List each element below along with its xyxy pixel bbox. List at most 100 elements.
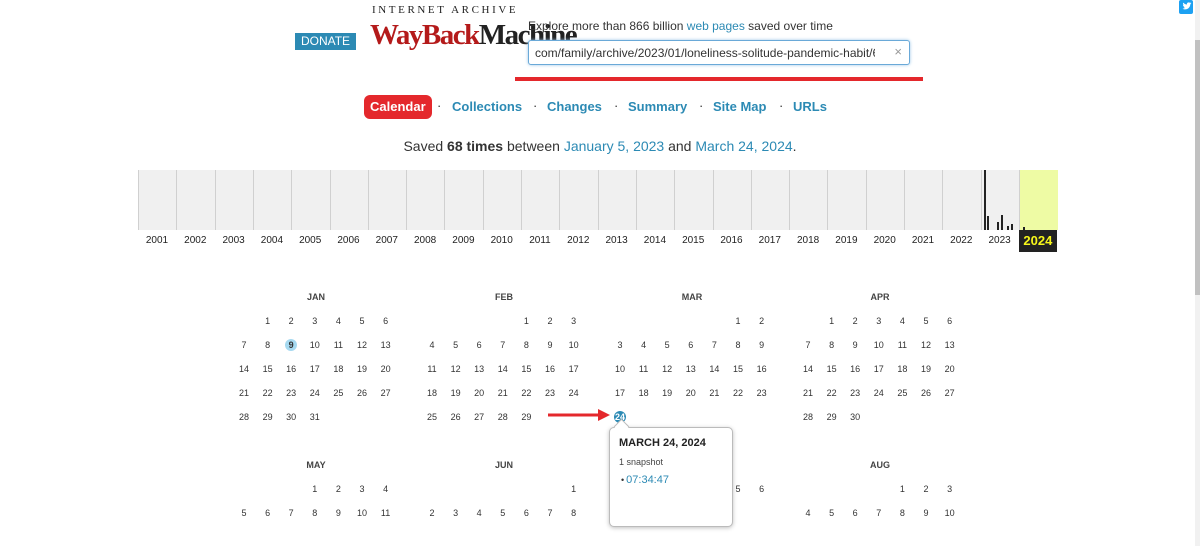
calendar-day: 8: [312, 508, 318, 518]
timeline-year-2018[interactable]: [789, 170, 828, 230]
year-label-2021[interactable]: 2021: [904, 235, 942, 246]
year-label-2006[interactable]: 2006: [330, 235, 368, 246]
web-pages-link[interactable]: web pages: [687, 19, 745, 33]
calendar-day: 16: [286, 364, 297, 374]
calendar-day: 13: [944, 340, 955, 350]
timeline-year-2021[interactable]: [904, 170, 943, 230]
year-label-2002[interactable]: 2002: [176, 235, 214, 246]
year-label-2020[interactable]: 2020: [866, 235, 904, 246]
year-label-2008[interactable]: 2008: [406, 235, 444, 246]
timeline-year-2004[interactable]: [252, 170, 292, 230]
year-label-2018[interactable]: 2018: [789, 235, 827, 246]
calendar-day: 8: [829, 340, 835, 350]
timeline-year-2003[interactable]: [214, 170, 254, 230]
calendar-day: 9: [547, 340, 553, 350]
timeline-year-2016[interactable]: [712, 170, 752, 230]
red-arrow-annotation: [548, 409, 610, 421]
scrollbar-thumb[interactable]: [1195, 40, 1200, 295]
last-capture-link[interactable]: March 24, 2024: [695, 138, 792, 154]
month-name: FEB: [495, 292, 513, 302]
calendar-day: 30: [850, 412, 861, 422]
year-label-2007[interactable]: 2007: [368, 235, 406, 246]
calendar-day: 21: [497, 388, 508, 398]
year-label-2022[interactable]: 2022: [942, 235, 980, 246]
timeline-year-2006[interactable]: [329, 170, 369, 230]
twitter-icon[interactable]: [1179, 0, 1193, 14]
calendar-day: 2: [288, 316, 294, 326]
calendar-day: 29: [521, 412, 532, 422]
calendar-day: 21: [709, 388, 720, 398]
year-label-2023[interactable]: 2023: [981, 235, 1019, 246]
year-label-2004[interactable]: 2004: [253, 235, 291, 246]
calendar-day: 2: [335, 484, 341, 494]
calendar-day: 15: [521, 364, 532, 374]
clear-icon[interactable]: ×: [894, 44, 902, 59]
year-label-2014[interactable]: 2014: [636, 235, 674, 246]
page-scrollbar[interactable]: [1195, 0, 1200, 546]
calendar-day: 26: [920, 388, 931, 398]
calendar-day: 7: [547, 508, 553, 518]
timeline-year-2024[interactable]: [1018, 170, 1059, 230]
timeline-year-2013[interactable]: [597, 170, 637, 230]
tab-summary[interactable]: Summary: [628, 95, 687, 119]
calendar-day: 29: [826, 412, 837, 422]
year-label-2003[interactable]: 2003: [215, 235, 253, 246]
tab-collections[interactable]: Collections: [452, 95, 522, 119]
calendar-day: 19: [662, 388, 673, 398]
year-label-2001[interactable]: 2001: [138, 235, 176, 246]
calendar-day: 28: [497, 412, 508, 422]
timeline-year-2022[interactable]: [942, 170, 981, 230]
timeline-year-2012[interactable]: [559, 170, 598, 230]
timeline-year-2002[interactable]: [176, 170, 215, 230]
calendar-day-snapshot[interactable]: 9: [279, 340, 303, 350]
nav-tabs: Calendar · Collections · Changes · Summa…: [0, 95, 1200, 121]
calendar-day: 10: [614, 364, 625, 374]
calendar-day: 23: [850, 388, 861, 398]
timeline-bars[interactable]: [138, 170, 1059, 230]
tab-urls[interactable]: URLs: [793, 95, 827, 119]
year-label-2013[interactable]: 2013: [598, 235, 636, 246]
timeline-year-2014[interactable]: [635, 170, 675, 230]
calendar-day: 15: [262, 364, 273, 374]
year-label-2015[interactable]: 2015: [674, 235, 712, 246]
calendar-day: 23: [756, 388, 767, 398]
snapshot-time-link[interactable]: • 07:34:47: [621, 474, 669, 486]
timeline-year-2009[interactable]: [444, 170, 483, 230]
wayback-logo[interactable]: INTERNET ARCHIVE WayBackMachine: [370, 4, 578, 56]
calendar-day: 3: [876, 316, 882, 326]
timeline-year-2010[interactable]: [482, 170, 522, 230]
calendar-day: 24: [873, 388, 884, 398]
tab-site-map[interactable]: Site Map: [713, 95, 766, 119]
timeline-year-2015[interactable]: [674, 170, 713, 230]
year-label-2009[interactable]: 2009: [444, 235, 482, 246]
year-label-2005[interactable]: 2005: [291, 235, 329, 246]
timeline-year-2008[interactable]: [406, 170, 445, 230]
year-label-2024[interactable]: 2024: [1018, 230, 1057, 252]
year-label-2010[interactable]: 2010: [483, 235, 521, 246]
timeline-year-2017[interactable]: [750, 170, 790, 230]
tab-changes[interactable]: Changes: [547, 95, 602, 119]
timeline-year-2005[interactable]: [291, 170, 330, 230]
url-search-box[interactable]: ×: [528, 40, 910, 65]
timeline-year-2001[interactable]: [138, 170, 177, 230]
donate-button[interactable]: DONATE: [295, 33, 356, 50]
calendar-day: 27: [474, 412, 485, 422]
timeline-year-2020[interactable]: [865, 170, 905, 230]
first-capture-link[interactable]: January 5, 2023: [564, 138, 664, 154]
tab-calendar[interactable]: Calendar: [364, 95, 432, 119]
timeline-year-2007[interactable]: [367, 170, 407, 230]
calendar-day: 25: [897, 388, 908, 398]
calendar-day: 12: [356, 340, 367, 350]
year-label-2019[interactable]: 2019: [827, 235, 865, 246]
year-label-2011[interactable]: 2011: [521, 235, 559, 246]
calendar-day: 16: [544, 364, 555, 374]
calendar-day: 20: [380, 364, 391, 374]
year-label-2017[interactable]: 2017: [751, 235, 789, 246]
year-timeline[interactable]: 2001 2002 2003 2004 2005 2006 2007 2008 2009 2010…: [138, 170, 1059, 252]
year-label-2012[interactable]: 2012: [559, 235, 597, 246]
year-label-2016[interactable]: 2016: [713, 235, 751, 246]
calendar-day: 1: [829, 316, 835, 326]
timeline-year-2019[interactable]: [827, 170, 866, 230]
url-input[interactable]: [535, 44, 875, 61]
timeline-year-2011[interactable]: [521, 170, 560, 230]
